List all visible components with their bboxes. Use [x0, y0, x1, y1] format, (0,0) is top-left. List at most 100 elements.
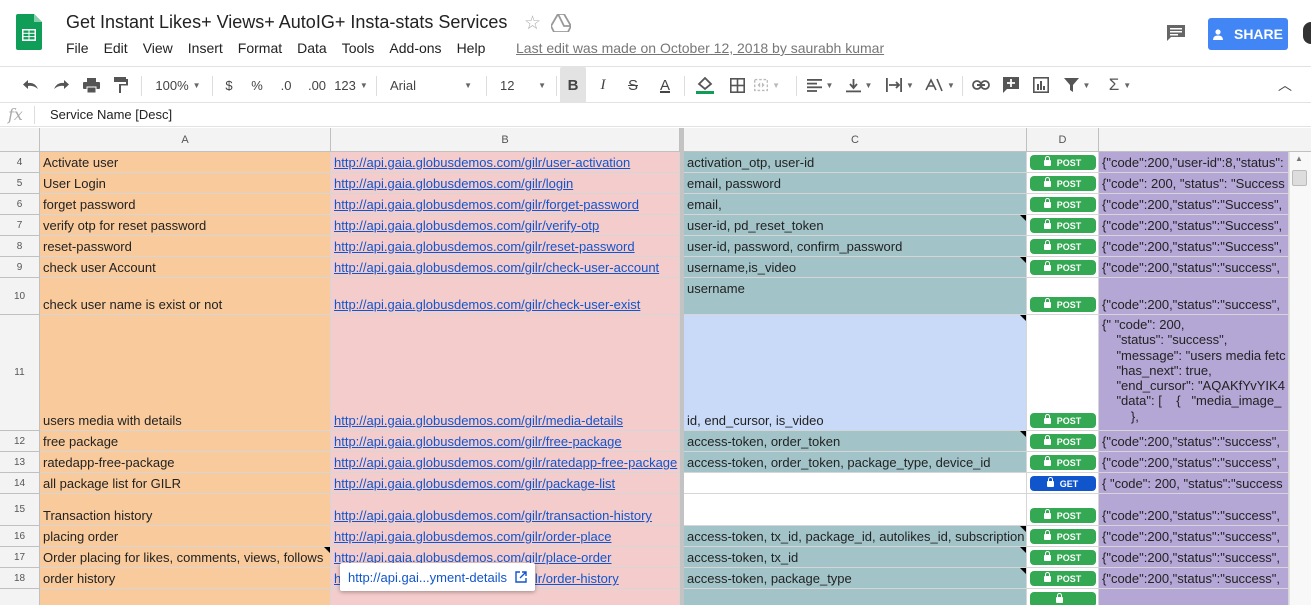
more-formats-select[interactable]: 123 ▼ — [334, 67, 368, 103]
endpoint-link[interactable]: http://api.gaia.globusdemos.com/gilr/fre… — [334, 434, 622, 449]
method-chip[interactable]: POST — [1029, 508, 1096, 523]
scroll-up-icon[interactable]: ▲ — [1295, 154, 1303, 163]
menu-data[interactable]: Data — [297, 40, 327, 56]
row-header[interactable]: 11 — [0, 315, 40, 431]
cell-method[interactable]: POST — [1027, 452, 1099, 473]
cell-endpoint-url[interactable]: http://api.gaia.globusdemos.com/gilr/log… — [331, 173, 680, 194]
open-link-icon[interactable] — [515, 571, 527, 583]
increase-decimal-button[interactable]: .00 — [302, 67, 332, 103]
cell-response[interactable]: {"code": 200, "status": "Success — [1099, 173, 1289, 194]
cell-method[interactable]: POST — [1027, 568, 1099, 589]
column-freeze-bar[interactable] — [680, 128, 684, 605]
row-header[interactable]: 10 — [0, 278, 40, 315]
endpoint-link[interactable]: http://api.gaia.globusdemos.com/gilr/che… — [334, 297, 640, 312]
cell-endpoint-url[interactable]: http://api.gaia.globusdemos.com/gilr/fre… — [331, 431, 680, 452]
cell-service-name[interactable]: check user Account — [40, 257, 331, 278]
cell-service-name[interactable]: Activate user — [40, 152, 331, 173]
cell-endpoint-url[interactable]: http://api.gaia.globusdemos.com/gilr/use… — [331, 152, 680, 173]
share-button[interactable]: SHARE — [1208, 18, 1288, 50]
avatar[interactable] — [1303, 22, 1311, 44]
endpoint-link[interactable]: http://api.gaia.globusdemos.com/gilr/ord… — [334, 529, 611, 544]
cell-service-name[interactable]: all package list for GILR — [40, 473, 331, 494]
menu-file[interactable]: File — [66, 40, 89, 56]
column-header-c[interactable]: C — [684, 128, 1027, 152]
row-header[interactable]: 5 — [0, 173, 40, 194]
menu-view[interactable]: View — [143, 40, 173, 56]
link-preview-text[interactable]: http://api.gai...yment-details — [348, 570, 507, 585]
horizontal-align-icon[interactable]: ▼ — [804, 67, 836, 103]
strikethrough-button[interactable]: S — [620, 67, 646, 103]
endpoint-link[interactable]: http://api.gaia.globusdemos.com/gilr/for… — [334, 197, 639, 212]
comments-icon[interactable] — [1166, 24, 1186, 42]
last-edit-link[interactable]: Last edit was made on October 12, 2018 b… — [516, 40, 884, 56]
cell-parameters[interactable]: email, password — [684, 173, 1027, 194]
cell-response[interactable]: {"code":200,"status":"success", — [1099, 494, 1289, 526]
font-size-select[interactable]: 12 ▼ — [494, 67, 552, 103]
italic-button[interactable]: I — [590, 67, 616, 103]
cell-method[interactable]: POST — [1027, 194, 1099, 215]
cell-parameters[interactable]: username,is_video — [684, 257, 1027, 278]
row-header[interactable]: 14 — [0, 473, 40, 494]
method-chip[interactable]: POST — [1029, 455, 1096, 470]
row-header[interactable]: 12 — [0, 431, 40, 452]
menu-format[interactable]: Format — [238, 40, 282, 56]
menu-insert[interactable]: Insert — [188, 40, 223, 56]
text-color-button[interactable]: A — [652, 67, 678, 103]
cell-endpoint-url[interactable]: http://api.gaia.globusdemos.com/gilr/res… — [331, 236, 680, 257]
row-header[interactable]: 6 — [0, 194, 40, 215]
row-header[interactable]: 17 — [0, 547, 40, 568]
row-header[interactable]: 15 — [0, 494, 40, 526]
cell-response[interactable]: { "code": 200, "status":"success — [1099, 473, 1289, 494]
link-preview-tooltip[interactable]: http://api.gai...yment-details — [340, 563, 535, 591]
row-header[interactable]: 18 — [0, 568, 40, 589]
merge-cells-icon[interactable]: ▼ — [754, 67, 780, 103]
cell-parameters[interactable]: username — [684, 278, 1027, 315]
column-header-b[interactable]: B — [331, 128, 680, 152]
format-percent-button[interactable]: % — [246, 67, 268, 103]
menu-edit[interactable]: Edit — [104, 40, 128, 56]
cell-service-name[interactable]: placing order — [40, 526, 331, 547]
cell-parameters[interactable] — [684, 494, 1027, 526]
method-chip[interactable]: POST — [1029, 550, 1096, 565]
cell-response[interactable]: {"code":200,"status":"success", — [1099, 568, 1289, 589]
cell-endpoint-url[interactable]: http://api.gaia.globusdemos.com/gilr/che… — [331, 257, 680, 278]
bold-button[interactable]: B — [560, 67, 586, 103]
cell-service-name[interactable]: Order placing for likes, comments, views… — [40, 547, 331, 568]
endpoint-link[interactable]: http://api.gaia.globusdemos.com/gilr/rat… — [334, 455, 677, 470]
cell-service-name[interactable]: order history — [40, 568, 331, 589]
cell-response[interactable]: {"code":200,"status":"success", — [1099, 431, 1289, 452]
endpoint-link[interactable]: http://api.gaia.globusdemos.com/gilr/use… — [334, 155, 630, 170]
menu-tools[interactable]: Tools — [342, 40, 375, 56]
cell-method[interactable]: POST — [1027, 236, 1099, 257]
column-header-d[interactable]: D — [1027, 128, 1099, 152]
cell-method[interactable]: POST — [1027, 278, 1099, 315]
row-header[interactable]: 9 — [0, 257, 40, 278]
cell-service-name[interactable]: forget password — [40, 194, 331, 215]
format-currency-button[interactable]: $ — [218, 67, 240, 103]
cell-service-name[interactable]: User Login — [40, 173, 331, 194]
vertical-scrollbar[interactable]: ▲ — [1289, 152, 1311, 605]
endpoint-link[interactable]: http://api.gaia.globusdemos.com/gilr/ver… — [334, 218, 599, 233]
insert-link-icon[interactable] — [968, 67, 994, 103]
method-chip[interactable]: POST — [1029, 529, 1096, 544]
cell-response[interactable]: {"code":200,"status":"success", — [1099, 257, 1289, 278]
cell-method[interactable]: POST — [1027, 173, 1099, 194]
cell-service-name[interactable]: reset-password — [40, 236, 331, 257]
decrease-decimal-button[interactable]: .0 — [274, 67, 298, 103]
row-header[interactable]: 13 — [0, 452, 40, 473]
cell-service-name[interactable]: users media with details — [40, 315, 331, 431]
cell-method[interactable]: POST — [1027, 547, 1099, 568]
row-header[interactable]: 7 — [0, 215, 40, 236]
cell-service-name[interactable]: free package — [40, 431, 331, 452]
method-chip[interactable]: POST — [1029, 413, 1096, 428]
formula-input[interactable]: Service Name [Desc] — [50, 107, 172, 122]
cell-service-name[interactable]: Transaction history — [40, 494, 331, 526]
cell-service-name[interactable]: ratedapp-free-package — [40, 452, 331, 473]
endpoint-link[interactable]: http://api.gaia.globusdemos.com/gilr/log… — [334, 176, 573, 191]
menu-addons[interactable]: Add-ons — [389, 40, 441, 56]
cell-parameters[interactable]: user-id, password, confirm_password — [684, 236, 1027, 257]
filter-icon[interactable]: ▼ — [1058, 67, 1096, 103]
cell-endpoint-url[interactable]: http://api.gaia.globusdemos.com/gilr/for… — [331, 194, 680, 215]
cell-service-name[interactable]: check user name is exist or not — [40, 278, 331, 315]
method-chip[interactable]: POST — [1029, 260, 1096, 275]
